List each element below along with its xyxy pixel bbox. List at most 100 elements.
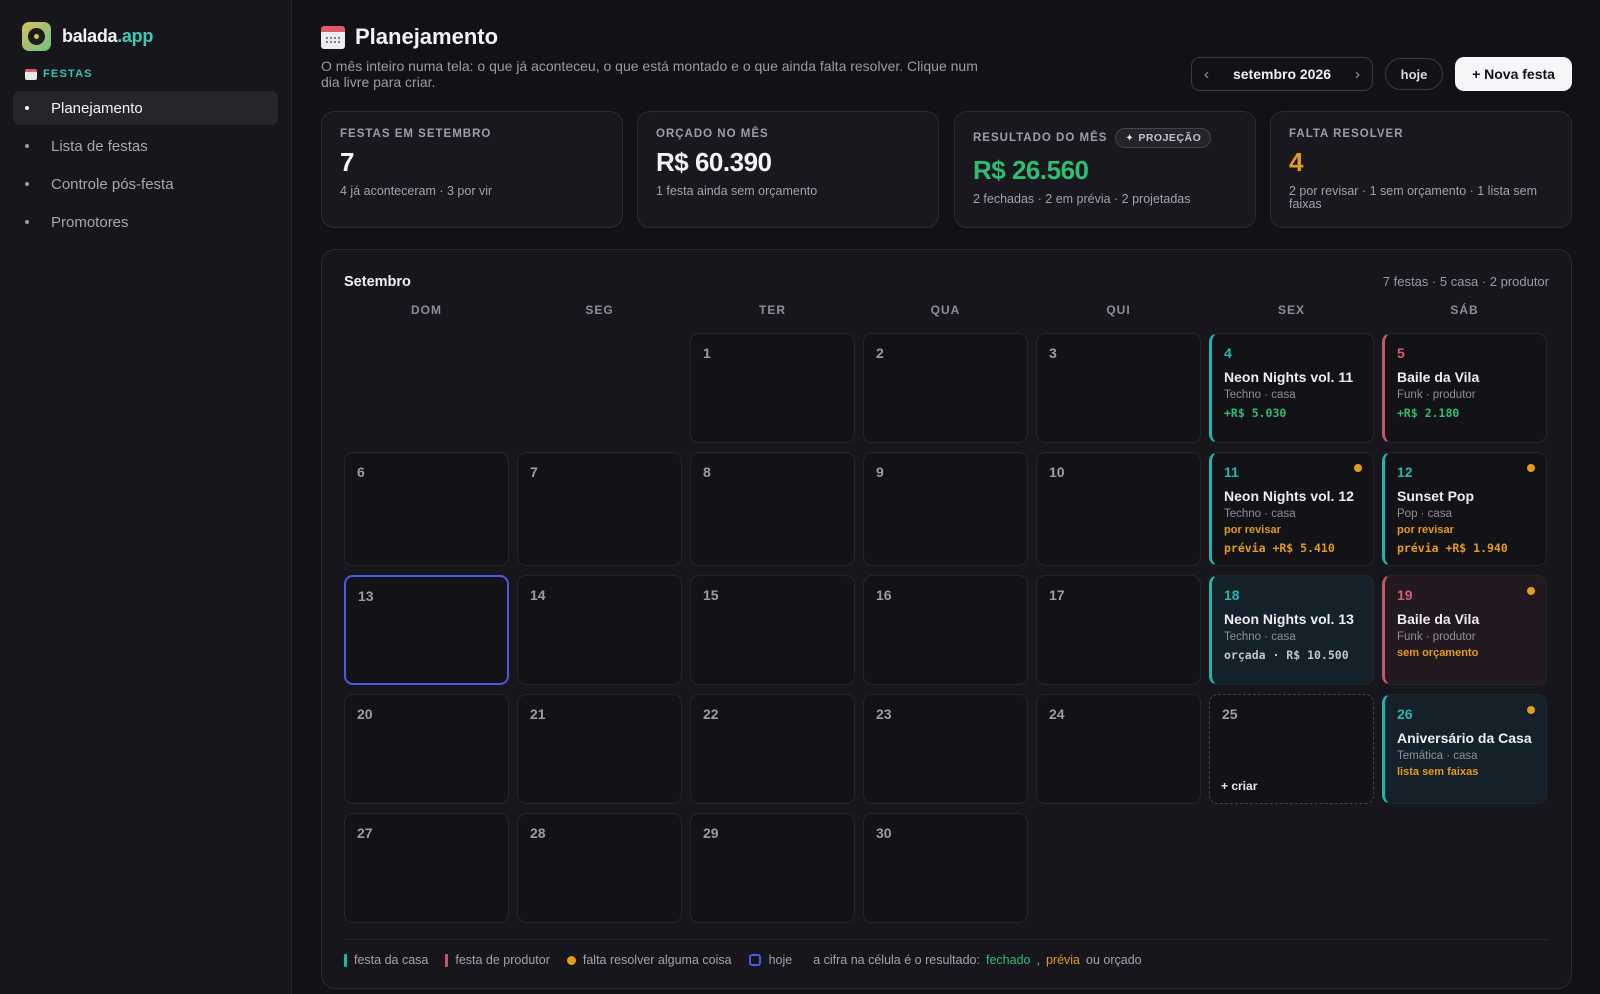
event-result: orçada · R$ 10.500 xyxy=(1224,648,1349,662)
calendar-summary: 7 festas · 5 casa · 2 produtor xyxy=(1382,274,1549,289)
event-title: Neon Nights vol. 11 xyxy=(1224,369,1354,385)
day-cell[interactable]: 15 xyxy=(690,575,855,685)
day-cell[interactable]: 10 xyxy=(1036,452,1201,566)
day-cell[interactable]: 16 xyxy=(863,575,1028,685)
day-number: 30 xyxy=(876,825,892,841)
day-number: 20 xyxy=(357,706,373,722)
day-cell[interactable]: 6 xyxy=(344,452,509,566)
event-title: Aniversário da Casa xyxy=(1397,730,1532,746)
day-number: 28 xyxy=(530,825,546,841)
kpi-label: FESTAS EM SETEMBRO xyxy=(340,128,492,140)
day-number: 16 xyxy=(876,587,892,603)
day-cell[interactable]: 9 xyxy=(863,452,1028,566)
day-cell[interactable]: 20 xyxy=(344,694,509,804)
day-cell[interactable]: 24 xyxy=(1036,694,1201,804)
day-cell[interactable]: 17 xyxy=(1036,575,1201,685)
create-party-link[interactable]: + criar xyxy=(1221,779,1257,793)
sidebar-item-promotores[interactable]: Promotores xyxy=(13,205,278,239)
day-cell[interactable]: 8 xyxy=(690,452,855,566)
event-result: prévia +R$ 1.940 xyxy=(1397,541,1508,555)
day-cell-today[interactable]: 13 xyxy=(344,575,509,685)
day-number: 11 xyxy=(1224,464,1239,480)
sidebar-item-label: Lista de festas xyxy=(51,137,148,155)
day-number: 10 xyxy=(1049,464,1065,480)
event-cell[interactable]: 26 Aniversário da Casa Temática · casa l… xyxy=(1382,694,1547,804)
day-number: 9 xyxy=(876,464,884,480)
sparkle-icon: ✦ xyxy=(1125,132,1135,144)
day-number: 8 xyxy=(703,464,711,480)
day-cell[interactable]: 21 xyxy=(517,694,682,804)
event-flag: por revisar xyxy=(1397,524,1454,536)
bullet-icon xyxy=(25,182,29,186)
kpi-value: 4 xyxy=(1289,147,1303,177)
event-title: Neon Nights vol. 13 xyxy=(1224,611,1354,627)
day-number: 13 xyxy=(358,588,374,604)
day-cell[interactable]: 28 xyxy=(517,813,682,923)
vinyl-logo-icon xyxy=(22,22,51,51)
kpi-sub: 4 já aconteceram · 3 por vir xyxy=(340,184,493,198)
day-number: 29 xyxy=(703,825,719,841)
day-number: 23 xyxy=(876,706,892,722)
event-meta: Techno · casa xyxy=(1224,508,1296,520)
event-title: Baile da Vila xyxy=(1397,611,1480,627)
calendar-icon xyxy=(321,25,345,49)
day-cell[interactable]: 29 xyxy=(690,813,855,923)
brand[interactable]: balada.app xyxy=(22,22,153,51)
day-cell-create[interactable]: 25 + criar xyxy=(1209,694,1374,804)
sidebar-item-planejamento[interactable]: Planejamento xyxy=(13,91,278,125)
day-cell[interactable]: 14 xyxy=(517,575,682,685)
weekday-ter: TER xyxy=(759,303,786,317)
event-flag: lista sem faixas xyxy=(1397,766,1479,778)
sidebar-item-label: Controle pós-festa xyxy=(51,175,174,193)
sidebar-item-lista-de-festas[interactable]: Lista de festas xyxy=(13,129,278,163)
event-cell[interactable]: 19 Baile da Vila Funk · produtor sem orç… xyxy=(1382,575,1547,685)
brand-name: balada.app xyxy=(62,26,154,46)
kpi-label: FALTA RESOLVER xyxy=(1289,128,1404,140)
day-number: 21 xyxy=(530,706,546,722)
kpi-sub: 2 fechadas · 2 em prévia · 2 projetadas xyxy=(973,192,1191,206)
event-flag: sem orçamento xyxy=(1397,647,1479,659)
new-party-button[interactable]: + Nova festa xyxy=(1455,57,1572,91)
kpi-sub: 1 festa ainda sem orçamento xyxy=(656,184,818,198)
bullet-icon xyxy=(25,106,29,110)
day-cell[interactable]: 1 xyxy=(690,333,855,443)
calendar-panel: Setembro 7 festas · 5 casa · 2 produtor … xyxy=(321,249,1572,989)
event-cell[interactable]: 12 Sunset Pop Pop · casa por revisar pré… xyxy=(1382,452,1547,566)
day-cell[interactable]: 3 xyxy=(1036,333,1201,443)
day-cell[interactable]: 2 xyxy=(863,333,1028,443)
event-meta: Techno · casa xyxy=(1224,631,1296,643)
day-cell[interactable]: 30 xyxy=(863,813,1028,923)
sidebar: balada.app FESTAS Planejamento Lista de … xyxy=(0,0,292,994)
page-subtitle: O mês inteiro numa tela: o que já aconte… xyxy=(321,58,978,90)
event-cell[interactable]: 11 Neon Nights vol. 12 Techno · casa por… xyxy=(1209,452,1374,566)
event-title: Neon Nights vol. 12 xyxy=(1224,488,1354,504)
chevron-left-icon[interactable]: ‹ xyxy=(1204,66,1209,83)
legend-divider xyxy=(344,939,1549,940)
day-number: 6 xyxy=(357,464,365,480)
event-meta: Funk · produtor xyxy=(1397,631,1476,643)
alert-dot-icon xyxy=(566,955,576,965)
kpi-value: R$ 26.560 xyxy=(973,155,1089,185)
event-title: Baile da Vila xyxy=(1397,369,1480,385)
page-title: Planejamento xyxy=(321,24,498,50)
day-cell[interactable]: 22 xyxy=(690,694,855,804)
kpi-card-falta-resolver: FALTA RESOLVER 4 2 por revisar · 1 sem o… xyxy=(1270,111,1572,228)
event-cell[interactable]: 4 Neon Nights vol. 11 Techno · casa +R$ … xyxy=(1209,333,1374,443)
weekday-qua: QUA xyxy=(930,303,961,317)
day-cell[interactable]: 23 xyxy=(863,694,1028,804)
day-cell[interactable]: 27 xyxy=(344,813,509,923)
sidebar-item-label: Planejamento xyxy=(51,99,143,117)
sidebar-item-controle-pos-festa[interactable]: Controle pós-festa xyxy=(13,167,278,201)
event-flag: por revisar xyxy=(1224,524,1281,536)
today-button[interactable]: hoje xyxy=(1385,58,1443,90)
event-cell[interactable]: 5 Baile da Vila Funk · produtor +R$ 2.18… xyxy=(1382,333,1547,443)
event-meta: Pop · casa xyxy=(1397,508,1452,520)
alert-dot-icon xyxy=(1527,464,1535,472)
day-cell[interactable]: 7 xyxy=(517,452,682,566)
event-cell[interactable]: 18 Neon Nights vol. 13 Techno · casa orç… xyxy=(1209,575,1374,685)
chevron-right-icon[interactable]: › xyxy=(1355,66,1360,83)
event-result: prévia +R$ 5.410 xyxy=(1224,541,1335,555)
day-number: 27 xyxy=(357,825,373,841)
weekday-dom: DOM xyxy=(411,303,442,317)
kpi-card-resultado: RESULTADO DO MÊS ✦ PROJEÇÃO R$ 26.560 2 f… xyxy=(954,111,1256,228)
